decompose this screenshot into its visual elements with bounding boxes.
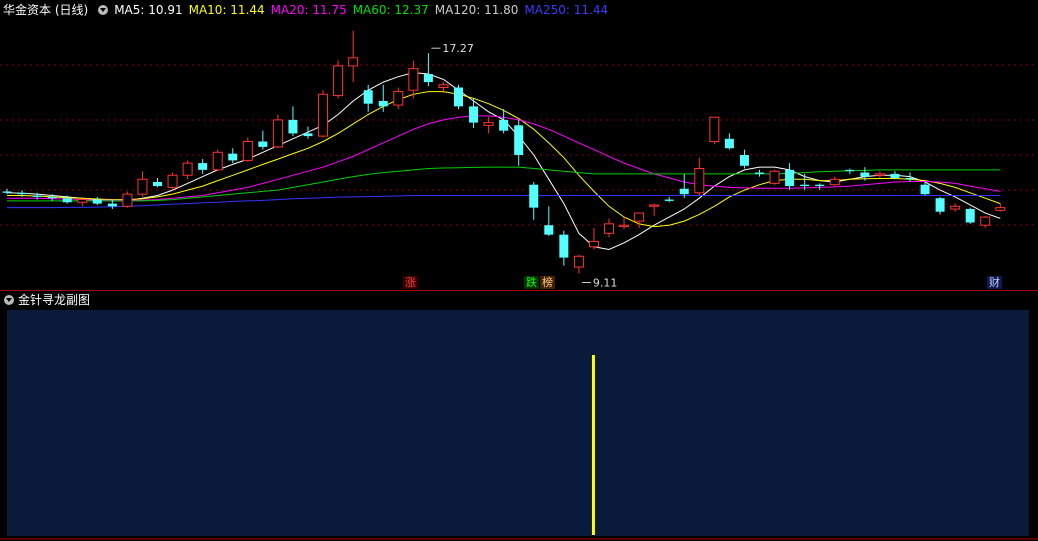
annotation-label: 9.11 [593, 277, 618, 290]
subchart-background [7, 310, 1029, 536]
dropdown-icon[interactable] [4, 295, 14, 305]
candle-body [32, 195, 42, 197]
candle-body [724, 138, 734, 149]
chart-header: 华金资本 (日线) MA5: 10.91 MA10: 11.44 MA20: 11.7… [0, 0, 1038, 20]
subchart-header: 金针寻龙副图 [0, 290, 1038, 309]
candle-body [258, 141, 268, 147]
subchart-title: 金针寻龙副图 [18, 293, 91, 307]
candle-body [935, 198, 945, 212]
dropdown-icon[interactable] [98, 5, 109, 15]
candle-body [860, 172, 870, 177]
candle-body [483, 122, 494, 126]
candle-body [167, 174, 178, 188]
candle-body [785, 169, 795, 187]
candle-body [980, 216, 991, 226]
signal-subchart[interactable] [0, 308, 1038, 541]
candle-body [288, 119, 298, 134]
candle-body [198, 163, 208, 170]
candle-body [950, 205, 961, 210]
candle-body [995, 207, 1006, 211]
candle-body [438, 84, 449, 89]
cai-tag[interactable]: 财 [987, 276, 1002, 289]
zhang-tag[interactable]: 涨 [403, 276, 418, 289]
die-tag[interactable]: 跌 [524, 276, 539, 289]
candle-body [62, 198, 72, 203]
candle-body [92, 199, 102, 204]
ma5-line [6, 72, 1001, 251]
candle-body [800, 184, 810, 187]
candle-body [544, 225, 554, 235]
candle-body [182, 162, 193, 176]
candle-body [588, 240, 599, 248]
candle-body [920, 184, 930, 195]
candle-body [679, 188, 689, 195]
candle-body [348, 57, 359, 67]
candle-body [153, 182, 162, 187]
candle-body [874, 173, 885, 176]
candle-body [228, 153, 238, 161]
candle-body [393, 91, 404, 106]
candle-body [333, 65, 344, 97]
candle-body [122, 193, 133, 207]
candle-body [815, 184, 825, 187]
candle-body [272, 119, 283, 148]
candle-body [303, 133, 313, 137]
candle-body [529, 184, 539, 208]
ma250-label: MA250: 11.44 [524, 3, 609, 17]
candle-body [755, 172, 764, 174]
stock-title: 华金资本 (日线) [3, 3, 89, 17]
candle-body [2, 191, 12, 193]
candle-body [77, 199, 88, 203]
candle-body [649, 204, 660, 207]
candle-body [212, 151, 223, 171]
candle-body [469, 106, 479, 123]
candle-body [634, 212, 645, 222]
ma60-label: MA60: 12.37 [352, 3, 429, 17]
candle-body [694, 168, 705, 194]
candle-body [378, 101, 388, 107]
candle-body [890, 173, 900, 178]
candle-body [965, 209, 975, 223]
candlestick-chart[interactable]: 17.27 9.11 [0, 20, 1038, 290]
candle-body [573, 255, 584, 268]
candle-body [137, 178, 148, 195]
candle-body [107, 203, 117, 207]
ma5-label: MA5: 10.91 [114, 3, 183, 17]
candle-body [318, 93, 329, 137]
candle-body [499, 119, 509, 131]
candle-body [905, 177, 915, 180]
candle-body [739, 155, 749, 166]
candle-body [829, 178, 840, 186]
candle-body [709, 116, 720, 142]
candle-body [619, 224, 630, 228]
candle-body [47, 196, 57, 199]
ma20-label: MA20: 11.75 [270, 3, 347, 17]
ma120-label: MA120: 11.80 [434, 3, 519, 17]
candle-body [363, 90, 373, 104]
candle-body [17, 192, 27, 195]
bang-tag[interactable]: 榜 [540, 276, 555, 289]
candle-body [604, 223, 614, 234]
signal-bar [591, 355, 595, 535]
annotation-label: 17.27 [442, 42, 474, 55]
candle-body [664, 199, 674, 201]
candle-body [845, 169, 855, 172]
candle-body [423, 74, 433, 83]
candle-body [514, 125, 524, 155]
candle-body [559, 234, 569, 258]
candle-body [408, 68, 419, 91]
candle-body [454, 87, 463, 107]
ma10-label: MA10: 11.44 [188, 3, 265, 17]
candle-body [769, 170, 780, 184]
candle-body [242, 141, 253, 161]
